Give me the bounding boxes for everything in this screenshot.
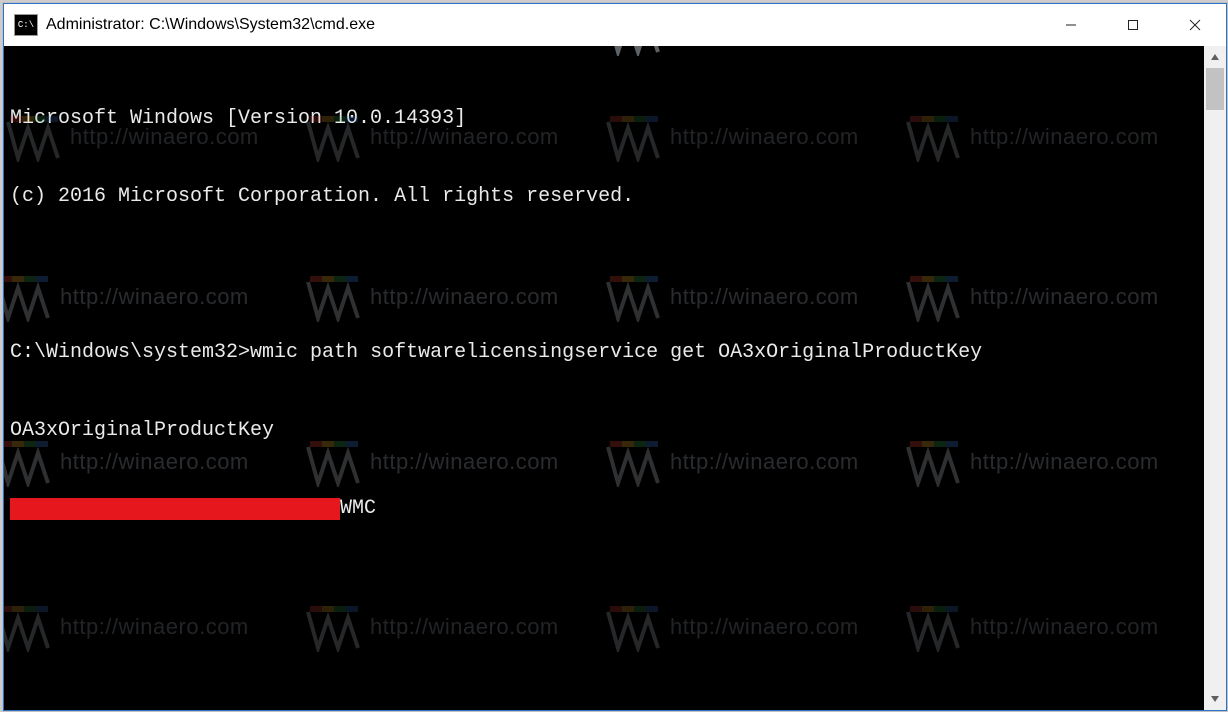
close-button[interactable] [1164, 4, 1226, 46]
window-buttons [1040, 4, 1226, 46]
blank-line [10, 652, 1226, 678]
output-line: (c) 2016 Microsoft Corporation. All righ… [10, 184, 1226, 210]
cmd-icon-text: C:\ [18, 21, 34, 30]
output-line: Microsoft Windows [Version 10.0.14393] [10, 106, 1226, 132]
scroll-track[interactable] [1204, 68, 1226, 688]
redacted-key [10, 498, 340, 520]
key-suffix: WMC [340, 496, 376, 522]
terminal-area[interactable]: Microsoft Windows [Version 10.0.14393] (… [4, 46, 1226, 710]
cmd-window: C:\ Administrator: C:\Windows\System32\c… [3, 3, 1227, 711]
vertical-scrollbar[interactable] [1204, 46, 1226, 710]
terminal-content[interactable]: Microsoft Windows [Version 10.0.14393] (… [4, 46, 1226, 710]
maximize-button[interactable] [1102, 4, 1164, 46]
output-header: OA3xOriginalProductKey [10, 418, 1226, 444]
minimize-button[interactable] [1040, 4, 1102, 46]
cmd-icon: C:\ [14, 14, 38, 36]
scroll-down-button[interactable] [1204, 688, 1226, 710]
titlebar[interactable]: C:\ Administrator: C:\Windows\System32\c… [4, 4, 1226, 46]
blank-line [10, 262, 1226, 288]
scroll-up-button[interactable] [1204, 46, 1226, 68]
command-text: wmic path softwarelicensingservice get O… [250, 341, 982, 364]
blank-line [10, 574, 1226, 600]
command-line: C:\Windows\system32>wmic path softwareli… [10, 340, 1226, 366]
scroll-thumb[interactable] [1206, 68, 1224, 110]
prompt: C:\Windows\system32> [10, 341, 250, 364]
product-key-line: WMC [10, 496, 1226, 522]
window-title: Administrator: C:\Windows\System32\cmd.e… [46, 16, 1040, 34]
